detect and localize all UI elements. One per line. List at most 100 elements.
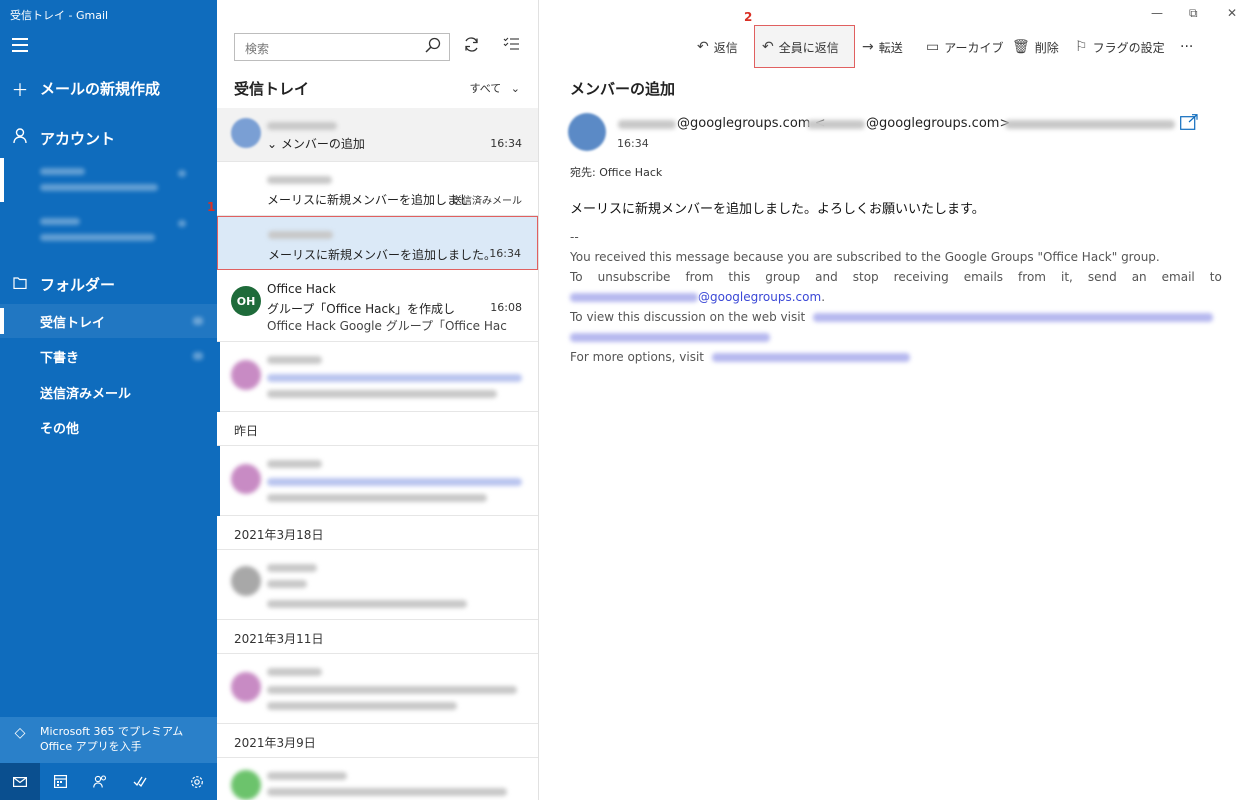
avatar	[231, 770, 261, 800]
conversation-header[interactable]: ⌄ メンバーの追加 16:34	[217, 108, 538, 162]
avatar	[231, 360, 261, 390]
footer-line-3: To view this discussion on the web visit	[570, 307, 1222, 327]
app-switcher-bar	[0, 763, 217, 800]
discussion-link-cont[interactable]	[570, 333, 770, 342]
folder-drafts[interactable]: 下書き	[0, 339, 217, 373]
search-icon[interactable]	[425, 37, 441, 57]
sender-avatar	[568, 113, 606, 151]
window-title: 受信トレイ - Gmail	[10, 9, 109, 22]
select-mode-icon[interactable]	[503, 36, 520, 56]
search-box[interactable]: 検索	[234, 33, 450, 61]
navigation-pane: 受信トレイ - Gmail ＋ メールの新規作成 アカウント フォルダー 受信ト…	[0, 0, 217, 800]
body-text: メーリスに新規メンバーを追加しました。よろしくお願いいたします。	[570, 202, 985, 217]
message-subject: グループ「Office Hack」を作成しました。いつで	[267, 302, 457, 316]
signature-separator: --	[570, 230, 579, 244]
discussion-link[interactable]	[813, 313, 1214, 322]
list-item[interactable]	[217, 758, 538, 800]
filter-dropdown[interactable]: すべて ⌄	[469, 80, 520, 96]
archive-button[interactable]: ▭ アーカイブ	[926, 37, 1004, 57]
mail-icon[interactable]	[0, 763, 40, 800]
sent-tag: 送信済みメール	[452, 196, 522, 207]
folder-more[interactable]: その他	[0, 410, 217, 444]
list-header-title: 受信トレイ	[234, 80, 310, 98]
accounts-header[interactable]: アカウント	[0, 126, 217, 150]
filter-label: すべて	[469, 82, 502, 95]
reading-pane: — ⧉ ✕ 2 ↶ 返信 ↶ 全員に返信 → 転送 ▭ アーカイブ 🗑 削除 ⚐…	[539, 0, 1252, 800]
message-time: 16:34	[489, 247, 521, 260]
chevron-down-icon: ⌄	[510, 82, 520, 95]
people-icon[interactable]	[80, 763, 120, 800]
avatar	[231, 464, 261, 494]
more-options-button[interactable]: ···	[1180, 37, 1193, 57]
sender-address-part-1: @googlegroups.com <	[677, 116, 826, 131]
person-icon	[0, 128, 40, 148]
list-item[interactable]	[217, 342, 538, 412]
hamburger-menu-icon[interactable]	[12, 38, 28, 52]
avatar	[231, 672, 261, 702]
reply-all-button[interactable]: ↶ 全員に返信	[762, 37, 839, 57]
open-in-new-window-icon[interactable]	[1180, 114, 1198, 135]
list-item[interactable]	[217, 654, 538, 724]
restore-button[interactable]: ⧉	[1189, 6, 1198, 21]
folder-inbox[interactable]: 受信トレイ	[0, 304, 217, 338]
forward-button[interactable]: → 転送	[862, 37, 903, 57]
unsubscribe-address: @googlegroups.com.	[570, 287, 1222, 307]
options-link[interactable]	[711, 353, 910, 362]
office-promo-banner[interactable]: ◇ Microsoft 365 でプレミアム Office アプリを入手	[0, 717, 217, 763]
search-input[interactable]: 検索	[245, 40, 269, 57]
message-subject: メンバーの追加	[280, 137, 365, 151]
email-time: 16:34	[617, 137, 649, 150]
sender-address-part-2: @googlegroups.com>	[866, 116, 1011, 131]
list-item-selected[interactable]: メーリスに新規メンバーを追加しました。よろしく 16:34	[217, 216, 538, 270]
list-item[interactable]	[217, 550, 538, 620]
settings-gear-icon[interactable]	[177, 763, 217, 800]
message-sender: Office Hack	[267, 282, 336, 296]
calendar-icon[interactable]	[40, 763, 80, 800]
close-button[interactable]: ✕	[1227, 6, 1237, 20]
promo-text: Microsoft 365 でプレミアム Office アプリを入手	[40, 725, 184, 753]
list-item[interactable]	[217, 446, 538, 516]
flag-button[interactable]: ⚐ フラグの設定	[1075, 37, 1165, 57]
folder-label: 下書き	[40, 350, 80, 366]
plus-icon: ＋	[11, 80, 29, 101]
folder-label: 送信済みメール	[40, 386, 132, 402]
account-item-1[interactable]	[0, 158, 217, 202]
folders-header[interactable]: フォルダー	[0, 272, 217, 296]
day-separator: 2021年3月11日	[217, 620, 538, 654]
footer-line-4: For more options, visit	[570, 347, 1222, 367]
unsubscribe-link[interactable]: @googlegroups.com	[698, 290, 821, 304]
callout-1: 1	[207, 200, 216, 214]
unread-count	[193, 352, 203, 360]
message-time: 16:34	[490, 137, 522, 150]
list-item[interactable]: OH Office Hack グループ「Office Hack」を作成しました。…	[217, 270, 538, 342]
message-preview: Office Hack Google グループ「Office Hack	[267, 319, 507, 333]
sync-icon[interactable]	[463, 36, 480, 58]
list-item[interactable]: メーリスに新規メンバーを追加しました。 送信済みメール	[217, 162, 538, 216]
unread-count	[193, 317, 203, 325]
folders-label: フォルダー	[40, 275, 116, 294]
day-separator: 昨日	[217, 412, 538, 446]
message-preview: メーリスに新規メンバーを追加しました。	[267, 193, 467, 207]
delete-button[interactable]: 🗑 削除	[1012, 37, 1059, 57]
diamond-icon: ◇	[14, 725, 26, 741]
account-item-2[interactable]	[0, 210, 217, 254]
folder-label: 受信トレイ	[40, 315, 106, 331]
day-separator: 2021年3月9日	[217, 724, 538, 758]
day-separator: 2021年3月18日	[217, 516, 538, 550]
expand-chevron-icon[interactable]: ⌄	[267, 137, 277, 151]
trash-icon: 🗑	[1012, 39, 1030, 55]
new-mail-button[interactable]: ＋ メールの新規作成	[0, 76, 217, 101]
folder-label: その他	[40, 421, 80, 437]
callout-2: 2	[744, 10, 753, 24]
folder-sent[interactable]: 送信済みメール	[0, 375, 217, 409]
message-time: 16:08	[490, 301, 522, 314]
footer-line-1: You received this message because you ar…	[570, 250, 1160, 264]
avatar	[231, 566, 261, 596]
minimize-button[interactable]: —	[1151, 6, 1163, 20]
accounts-label: アカウント	[40, 129, 116, 148]
reply-button[interactable]: ↶ 返信	[697, 37, 738, 57]
message-preview: メーリスに新規メンバーを追加しました。よろしく	[268, 248, 493, 262]
todo-icon[interactable]	[120, 763, 160, 800]
email-body: メーリスに新規メンバーを追加しました。よろしくお願いいたします。 -- You …	[570, 198, 1222, 367]
reply-icon: ↶	[697, 39, 709, 55]
